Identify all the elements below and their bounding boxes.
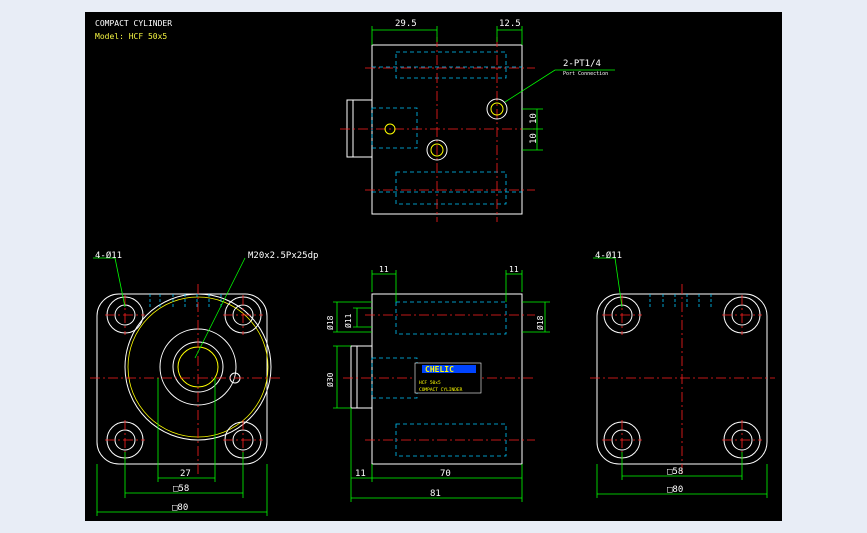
side-dim-11-left: 11	[379, 265, 389, 274]
top-dim-right: 12.5	[499, 19, 521, 29]
port-callout-sub: Port Connection	[563, 71, 608, 77]
front-dim-58: □58	[173, 484, 189, 494]
side-view: CHELIC HCF 50x5 COMPACT CYLINDER 11 11 Ø…	[325, 265, 550, 502]
top-dim-v1: 10	[529, 113, 539, 124]
side-dim-phi30: Ø30	[325, 372, 335, 387]
rear-holes-callout: 4-Ø11	[595, 250, 622, 261]
side-dim-81: 81	[430, 489, 441, 499]
front-holes-callout: 4-Ø11	[95, 250, 122, 261]
side-dim-phi11: Ø11	[343, 313, 353, 328]
label-desc: COMPACT CYLINDER	[419, 387, 463, 393]
front-dim-80: □80	[172, 503, 188, 513]
top-rod-outline	[346, 99, 373, 158]
brand-label: CHELIC	[425, 365, 454, 374]
port-callout: 2-PT1/4	[563, 59, 601, 69]
side-dim-phi18-left: Ø18	[325, 315, 335, 330]
rear-view: 4-Ø11 □58 □80	[590, 250, 775, 498]
label-model: HCF 50x5	[419, 380, 441, 386]
top-dim-v2: 10	[529, 133, 539, 144]
side-dim-70: 70	[440, 469, 451, 479]
front-thread-callout: M20x2.5Px25dp	[248, 251, 318, 261]
front-view: 4-Ø11 M20x2.5Px25dp 27 □58 □80	[90, 250, 318, 516]
side-dim-bottom-11: 11	[355, 469, 366, 479]
top-view: 29.5 12.5 2-PT1/4 Port Connection 10 10	[340, 19, 615, 222]
rear-dim-58: □58	[667, 467, 683, 477]
side-dim-11-right: 11	[509, 265, 519, 274]
side-dim-phi18-right: Ø18	[535, 315, 545, 330]
rear-dim-80: □80	[667, 485, 683, 495]
front-dim-27: 27	[180, 469, 191, 479]
top-dim-left: 29.5	[395, 19, 417, 29]
drawing-canvas: COMPACT CYLINDER Model: HCF 50x5 29.5 12…	[85, 12, 782, 521]
